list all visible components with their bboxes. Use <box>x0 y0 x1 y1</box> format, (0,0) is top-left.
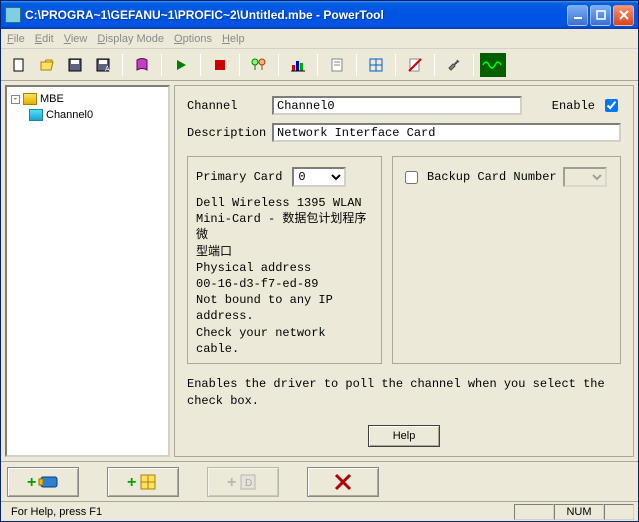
chart-button[interactable] <box>285 53 311 77</box>
wrench-icon <box>446 57 462 73</box>
app-window: C:\PROGRA~1\GEFANU~1\PROFIC~2\Untitled.m… <box>0 0 639 522</box>
add-block-icon: + <box>125 471 161 493</box>
stop-button[interactable] <box>207 53 233 77</box>
svg-text:+: + <box>127 474 136 491</box>
add-channel-button[interactable]: + <box>7 467 79 497</box>
save-as-button[interactable]: A <box>90 53 116 77</box>
backup-card-checkbox[interactable] <box>405 171 418 184</box>
minimize-icon <box>573 10 583 20</box>
tree-root-label: MBE <box>40 93 64 105</box>
help-button-panel[interactable]: Help <box>368 425 440 447</box>
config-button[interactable] <box>246 53 272 77</box>
tree-child-label: Channel0 <box>46 109 93 121</box>
tree-root-row[interactable]: - MBE <box>11 91 164 107</box>
primary-card-select[interactable]: 0 <box>292 167 346 187</box>
wave-button[interactable] <box>480 53 506 77</box>
svg-text:+: + <box>227 474 236 491</box>
menu-display-mode[interactable]: Display Mode <box>97 33 164 45</box>
channel-label: Channel <box>187 99 272 113</box>
backup-card-group: Backup Card Number <box>392 156 621 364</box>
hint-text: Enables the driver to poll the channel w… <box>187 376 621 410</box>
book-icon <box>134 57 150 73</box>
backup-card-label: Backup Card Number <box>427 170 557 184</box>
primary-card-group: Primary Card 0 Dell Wireless 1395 WLAN M… <box>187 156 382 364</box>
grid-button[interactable] <box>363 53 389 77</box>
primary-info-7: Check your network cable. <box>196 325 373 357</box>
primary-info-2: Mini-Card - 数据包计划程序微 <box>196 211 373 243</box>
backup-card-select[interactable] <box>563 167 607 187</box>
wave-icon <box>482 58 504 72</box>
tree-child-row[interactable]: Channel0 <box>11 107 164 123</box>
primary-info-5: 00-16-d3-f7-ed-89 <box>196 276 373 292</box>
open-button[interactable] <box>34 53 60 77</box>
menu-file[interactable]: File <box>7 33 25 45</box>
menu-view[interactable]: View <box>64 33 88 45</box>
primary-info-3: 型端口 <box>196 244 373 260</box>
wrench-button[interactable] <box>441 53 467 77</box>
save-button[interactable] <box>62 53 88 77</box>
channel-icon <box>29 109 43 121</box>
titlebar: C:\PROGRA~1\GEFANU~1\PROFIC~2\Untitled.m… <box>1 1 638 29</box>
enable-label: Enable <box>552 99 595 113</box>
client-area: - MBE Channel0 Channel Enable Descriptio… <box>1 81 638 461</box>
save-icon <box>67 57 83 73</box>
enable-checkbox[interactable] <box>605 99 618 112</box>
app-icon <box>5 7 21 23</box>
bar-chart-icon <box>290 57 306 73</box>
tree-panel[interactable]: - MBE Channel0 <box>5 85 170 457</box>
delete-x-icon <box>333 472 353 492</box>
new-button[interactable] <box>6 53 32 77</box>
save-as-icon: A <box>95 57 111 73</box>
close-button[interactable] <box>613 5 634 26</box>
close-icon <box>619 10 629 20</box>
statusbar: For Help, press F1 NUM <box>1 501 638 521</box>
tree-config-icon <box>250 57 268 73</box>
collapse-icon[interactable]: - <box>11 95 20 104</box>
description-input[interactable] <box>272 123 621 142</box>
menu-help[interactable]: Help <box>222 33 245 45</box>
description-label: Description <box>187 126 272 140</box>
add-database-button: + D <box>207 467 279 497</box>
open-folder-icon <box>39 57 55 73</box>
run-button[interactable] <box>168 53 194 77</box>
svg-text:D: D <box>245 478 252 489</box>
add-block-button[interactable]: + <box>107 467 179 497</box>
maximize-button[interactable] <box>590 5 611 26</box>
help-button[interactable] <box>129 53 155 77</box>
edit-button[interactable] <box>402 53 428 77</box>
menubar: File Edit View Display Mode Options Help <box>1 29 638 49</box>
svg-text:A: A <box>105 66 110 73</box>
primary-info-6: Not bound to any IP address. <box>196 292 373 324</box>
status-num: NUM <box>554 504 604 520</box>
bottom-toolbar: + + + D <box>1 461 638 501</box>
stop-icon <box>215 60 225 70</box>
properties-panel: Channel Enable Description Primary Card … <box>174 85 634 457</box>
delete-button[interactable] <box>307 467 379 497</box>
status-text: For Help, press F1 <box>5 504 514 520</box>
doc-button[interactable] <box>324 53 350 77</box>
pencil-icon <box>407 57 423 73</box>
driver-icon <box>23 93 37 105</box>
svg-text:+: + <box>27 474 36 491</box>
toolbar: A <box>1 49 638 81</box>
menu-options[interactable]: Options <box>174 33 212 45</box>
maximize-icon <box>596 10 606 20</box>
new-file-icon <box>11 57 27 73</box>
document-icon <box>329 57 345 73</box>
grid-icon <box>368 57 384 73</box>
primary-info-4: Physical address <box>196 260 373 276</box>
primary-info-1: Dell Wireless 1395 WLAN <box>196 195 373 211</box>
minimize-button[interactable] <box>567 5 588 26</box>
add-channel-icon: + <box>25 471 61 493</box>
menu-edit[interactable]: Edit <box>35 33 54 45</box>
play-icon <box>174 58 188 72</box>
add-database-icon: + D <box>225 471 261 493</box>
window-title: C:\PROGRA~1\GEFANU~1\PROFIC~2\Untitled.m… <box>25 8 567 22</box>
channel-input[interactable] <box>272 96 522 115</box>
primary-card-label: Primary Card <box>196 170 282 184</box>
